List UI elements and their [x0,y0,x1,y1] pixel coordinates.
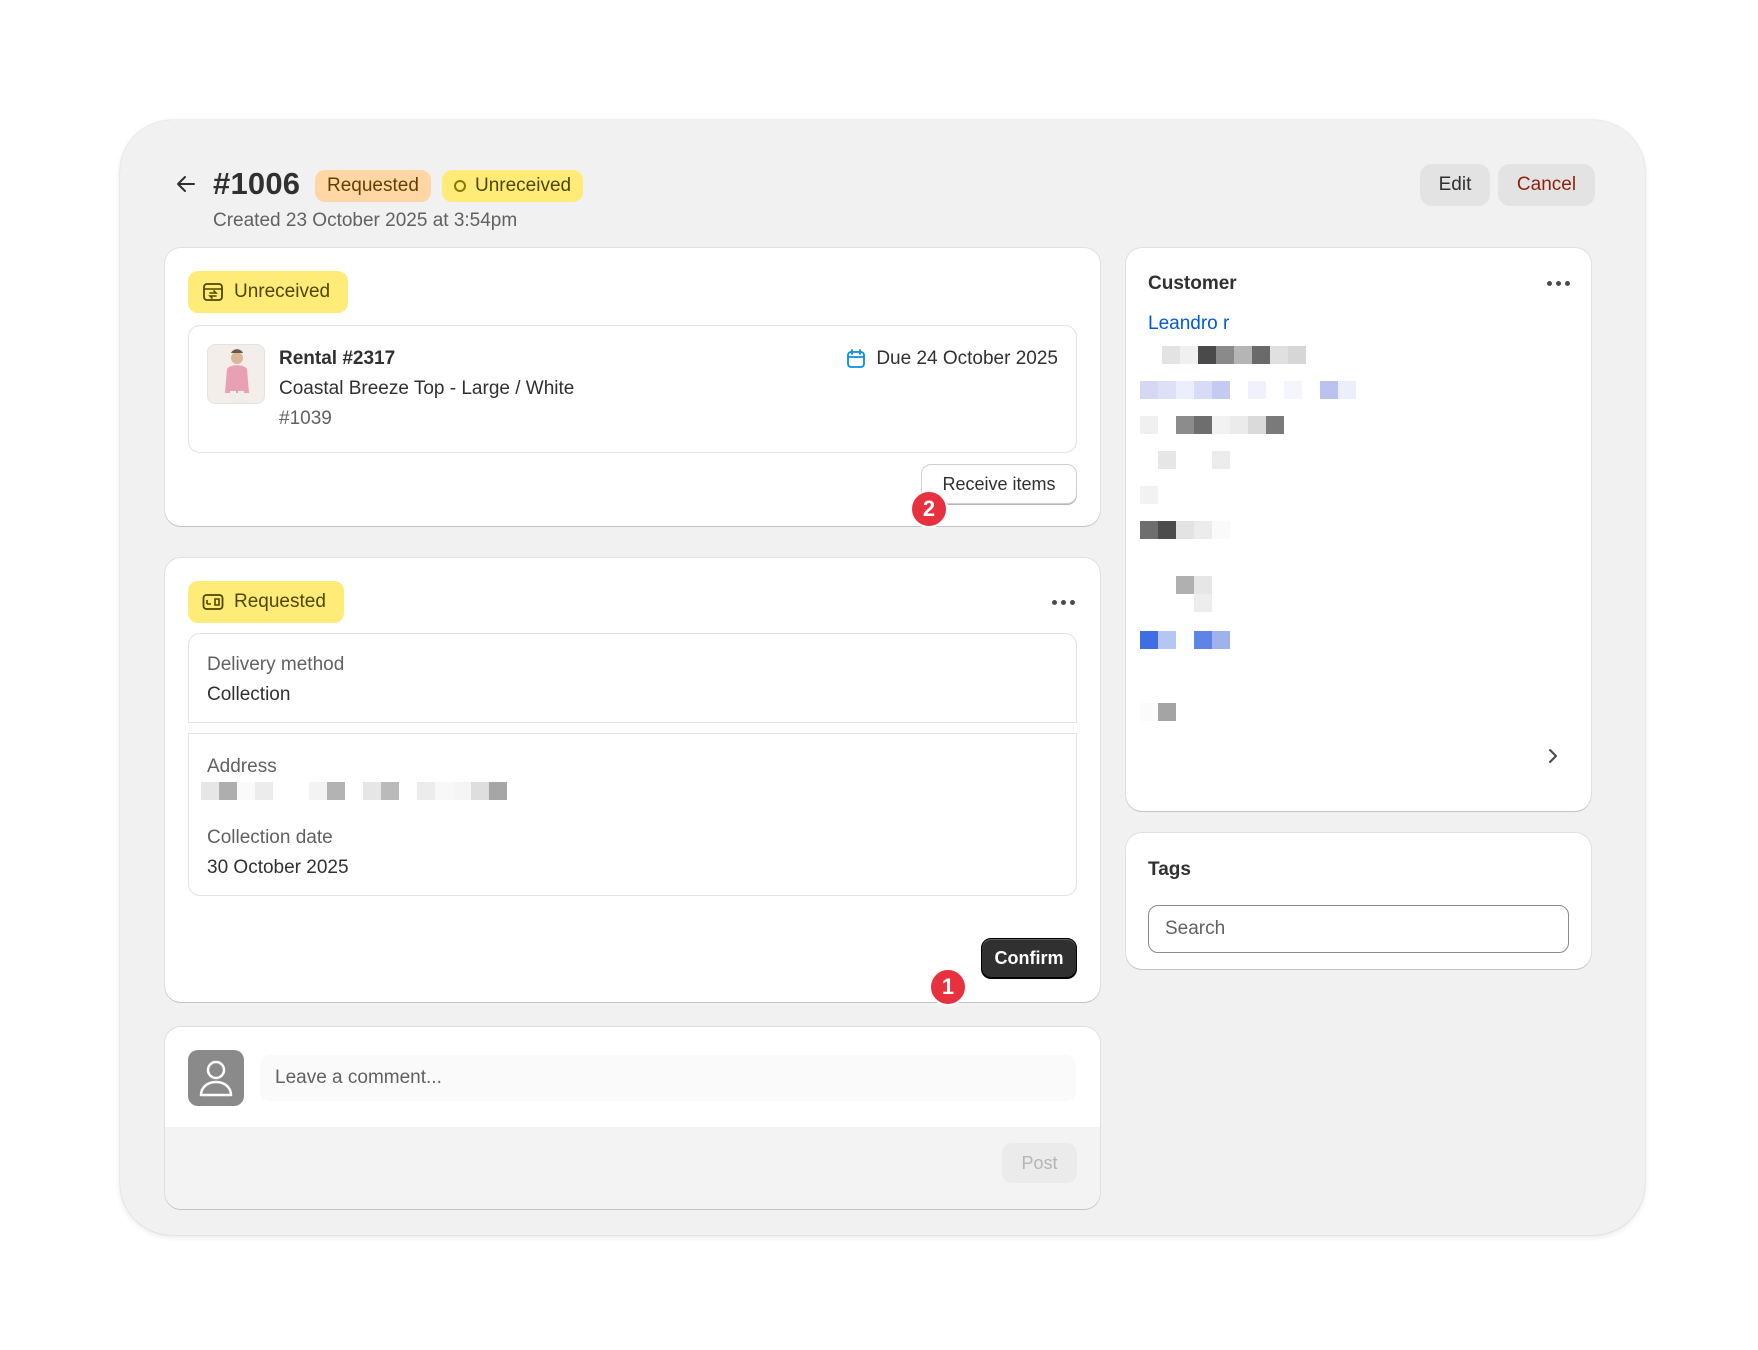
status-badge-unreceived: Unreceived [442,170,584,202]
created-timestamp: Created 23 October 2025 at 3:54pm [213,210,518,231]
order-window: #1006 Requested Unreceived Created 23 Oc… [120,120,1645,1235]
cancel-button[interactable]: Cancel [1498,164,1595,206]
step-marker-2: 2 [910,490,948,528]
calendar-icon [847,349,866,368]
delivery-icon [202,594,224,610]
page-header: #1006 Requested Unreceived Created 23 Oc… [170,148,1595,248]
circle-icon [454,180,466,192]
requested-status-badge: Requested [188,581,344,623]
chevron-right-icon[interactable] [1543,746,1563,766]
due-date-text: Due 24 October 2025 [876,348,1058,369]
address-label: Address [207,756,277,777]
comment-footer: Post [165,1127,1100,1209]
comment-card: Post [165,1027,1100,1209]
status-label: Unreceived [234,281,331,302]
product-thumbnail [207,344,265,404]
redacted-contact-line-3 [1140,416,1284,434]
edit-button[interactable]: Edit [1420,164,1490,206]
more-actions-button[interactable] [1048,590,1078,614]
collection-date-label: Collection date [207,827,333,848]
badge-label: Requested [327,175,419,196]
more-horizontal-icon [1546,280,1552,286]
redacted-contact-line-6 [1140,521,1230,539]
person-icon [199,1060,233,1097]
rental-item: Rental #2317 Coastal Breeze Top - Large … [188,325,1077,453]
redacted-contact-line-5 [1140,486,1158,504]
redacted-contact-line-10 [1140,703,1176,721]
tags-search-input[interactable] [1148,905,1569,953]
product-sku: #1039 [279,408,332,429]
redacted-address [201,782,507,800]
customer-heading: Customer [1148,273,1237,294]
step-marker-1: 1 [929,968,967,1006]
return-box-icon [203,283,223,301]
delivery-method-label: Delivery method [207,654,345,675]
delivery-method-value: Collection [207,684,291,705]
product-name: Coastal Breeze Top - Large / White [279,378,575,399]
return-items-card: Unreceived Rental #2317 Coastal Breeze T… [165,248,1100,528]
address-section: Address Collection date 30 October 2025 [188,733,1077,896]
redacted-contact-line-9 [1140,631,1230,649]
status-label: Requested [234,591,326,612]
status-badge-requested: Requested [315,170,431,202]
avatar [188,1050,244,1106]
redacted-contact-line-1 [1144,346,1306,364]
delivery-card: Requested Delivery method Collection Add… [165,558,1100,1006]
arrow-left-icon [177,176,195,192]
tags-card: Tags [1126,833,1591,969]
tags-heading: Tags [1148,859,1191,880]
redacted-contact-line-4 [1158,451,1230,469]
confirm-button[interactable]: Confirm [981,938,1077,978]
post-button[interactable]: Post [1002,1143,1077,1183]
rental-title: Rental #2317 [279,348,396,369]
delivery-method-section: Delivery method Collection [188,633,1077,723]
unreceived-status-badge: Unreceived [188,271,349,313]
due-date: Due 24 October 2025 [846,348,1058,370]
collection-date-value: 30 October 2025 [207,857,349,878]
badge-label: Unreceived [475,175,572,196]
customer-card: Customer Leandro r [1126,248,1591,811]
comment-input[interactable] [260,1055,1076,1101]
page-title: #1006 [213,166,301,201]
redacted-contact-line-7 [1176,576,1212,594]
customer-more-button[interactable] [1543,271,1573,295]
redacted-contact-line-8 [1194,594,1212,612]
back-button[interactable] [170,168,202,200]
redacted-contact-line-2 [1140,381,1356,399]
more-horizontal-icon [1051,599,1057,605]
customer-name-link[interactable]: Leandro r [1148,313,1229,335]
